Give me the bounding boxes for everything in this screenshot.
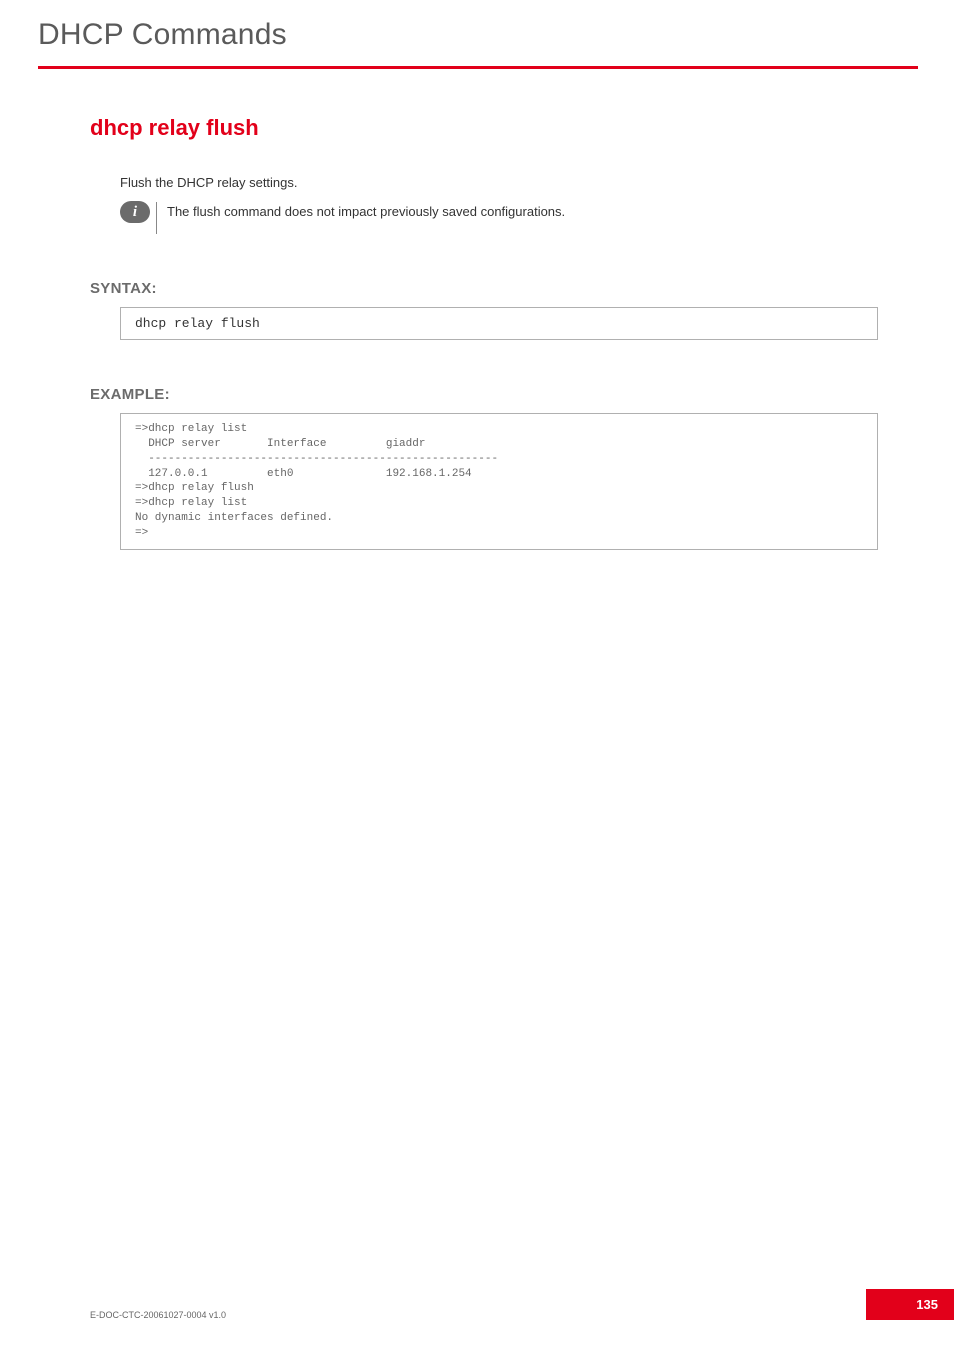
note-divider bbox=[156, 202, 157, 234]
doc-id: E-DOC-CTC-20061027-0004 v1.0 bbox=[90, 1310, 226, 1320]
note-row: i The flush command does not impact prev… bbox=[120, 204, 878, 234]
info-icon: i bbox=[120, 201, 150, 223]
footer: E-DOC-CTC-20061027-0004 v1.0 135 bbox=[90, 1289, 954, 1320]
syntax-heading: SYNTAX: bbox=[90, 280, 878, 297]
intro-text: Flush the DHCP relay settings. bbox=[120, 175, 878, 190]
example-box: =>dhcp relay list DHCP server Interface … bbox=[120, 413, 878, 550]
command-heading: dhcp relay flush bbox=[90, 115, 878, 141]
page-title: DHCP Commands bbox=[38, 18, 954, 52]
syntax-box: dhcp relay flush bbox=[120, 307, 878, 340]
page-number: 135 bbox=[866, 1289, 954, 1320]
example-heading: EXAMPLE: bbox=[90, 386, 878, 403]
note-text: The flush command does not impact previo… bbox=[167, 204, 565, 219]
